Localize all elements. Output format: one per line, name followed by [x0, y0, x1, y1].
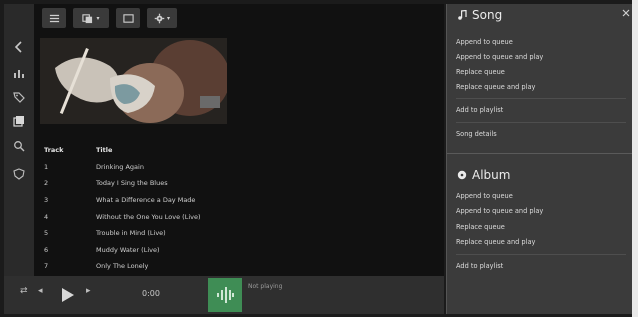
player-bar: ⇄ ◂ ▸ 0:00 Not playing: [4, 276, 444, 314]
track-title: Only The Lonely: [96, 262, 149, 271]
chevron-down-icon: ▾: [96, 14, 100, 22]
song-add-to-playlist[interactable]: Add to playlist: [456, 106, 503, 114]
toolbar: ▾ ▾: [42, 8, 177, 28]
song-replace-queue-and-play[interactable]: Replace queue and play: [456, 83, 535, 91]
track-title: Without the One You Love (Live): [96, 212, 201, 221]
track-title: Drinking Again: [96, 162, 144, 171]
track-number: 4: [44, 212, 49, 221]
play-button[interactable]: [61, 287, 75, 303]
chevron-down-icon: ▾: [166, 14, 170, 22]
track-column-header[interactable]: Track: [40, 146, 96, 154]
gear-icon[interactable]: ▾: [147, 8, 177, 28]
window-icon[interactable]: [116, 8, 140, 28]
table-row[interactable]: 2 Today I Sing the Blues: [40, 175, 435, 192]
app-window: ▾ ▾ Track Title 1 Drinking Again 2 Today…: [0, 0, 638, 317]
table-row[interactable]: 7 Only The Lonely: [40, 258, 435, 275]
bars-icon[interactable]: [10, 64, 28, 82]
track-number: 7: [44, 262, 49, 271]
album-replace-queue-and-play[interactable]: Replace queue and play: [456, 238, 535, 246]
menu-divider: [456, 122, 626, 123]
track-title: Today I Sing the Blues: [96, 179, 168, 188]
album-add-to-playlist[interactable]: Add to playlist: [456, 262, 503, 270]
title-column-header[interactable]: Title: [96, 146, 435, 154]
context-menu-panel: Song Append to queue Append to queue and…: [446, 4, 633, 314]
side-rail: [4, 4, 34, 276]
album-title: Album: [472, 168, 511, 182]
music-note-icon: [458, 10, 467, 20]
song-details[interactable]: Song details: [456, 130, 497, 138]
next-icon[interactable]: ▸: [86, 286, 91, 296]
table-row[interactable]: 4 Without the One You Love (Live): [40, 208, 435, 225]
track-list: Track Title 1 Drinking Again 2 Today I Sin…: [40, 142, 435, 275]
song-title: Song: [472, 8, 503, 22]
track-title: What a Difference a Day Made: [96, 196, 196, 205]
main-content: ▾ ▾ Track Title 1 Drinking Again 2 Today…: [34, 4, 444, 276]
table-row[interactable]: 1 Drinking Again: [40, 159, 435, 176]
track-number: 5: [44, 229, 49, 238]
album-cover: [40, 38, 227, 124]
shield-icon[interactable]: [10, 165, 28, 183]
song-section-title: Song: [457, 8, 502, 22]
list-icon[interactable]: [42, 8, 66, 28]
album-append-to-queue-and-play[interactable]: Append to queue and play: [456, 207, 543, 215]
song-replace-queue[interactable]: Replace queue: [456, 68, 505, 76]
tag-icon[interactable]: [10, 88, 28, 106]
song-append-to-queue-and-play[interactable]: Append to queue and play: [456, 53, 543, 61]
menu-divider: [456, 98, 626, 99]
library-icon[interactable]: [10, 112, 28, 130]
equalizer-icon[interactable]: [208, 278, 242, 312]
album-append-to-queue[interactable]: Append to queue: [456, 192, 513, 200]
previous-icon[interactable]: ◂: [38, 286, 43, 296]
song-append-to-queue[interactable]: Append to queue: [456, 38, 513, 46]
view-icon[interactable]: ▾: [73, 8, 109, 28]
close-icon[interactable]: [621, 8, 631, 18]
table-row[interactable]: 3 What a Difference a Day Made: [40, 192, 435, 209]
album-replace-queue[interactable]: Replace queue: [456, 223, 505, 231]
track-title: Trouble in Mind (Live): [96, 229, 166, 238]
track-number: 3: [44, 196, 49, 205]
search-icon[interactable]: [10, 137, 28, 155]
table-row[interactable]: 5 Trouble in Mind (Live): [40, 225, 435, 242]
track-list-header: Track Title: [40, 142, 435, 159]
elapsed-time: 0:00: [142, 289, 160, 298]
track-title: Muddy Water (Live): [96, 245, 160, 254]
table-row[interactable]: 6 Muddy Water (Live): [40, 242, 435, 259]
window-edge: [632, 0, 638, 317]
shuffle-icon[interactable]: ⇄: [20, 286, 28, 296]
track-number: 2: [44, 179, 49, 188]
track-number: 1: [44, 162, 49, 171]
track-number: 6: [44, 245, 49, 254]
now-playing-text: Not playing: [248, 283, 283, 290]
album-section-title: Album: [457, 168, 510, 182]
back-icon[interactable]: [10, 38, 28, 56]
section-separator: [447, 153, 633, 154]
menu-divider: [456, 254, 626, 255]
album-icon: [457, 170, 467, 180]
